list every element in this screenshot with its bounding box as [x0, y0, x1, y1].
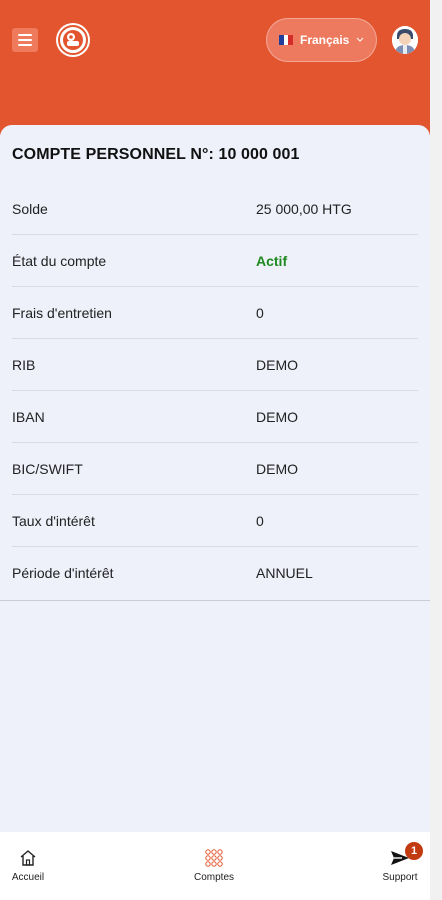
account-details-card: COMPTE PERSONNEL N°: 10 000 001 Solde 25… [0, 125, 430, 601]
row-label: IBAN [12, 408, 45, 425]
account-row-rib: RIB DEMO [12, 339, 418, 391]
nav-item-comptes[interactable]: Comptes [192, 832, 236, 900]
hamburger-menu-icon[interactable] [12, 28, 38, 52]
row-label: Taux d'intérêt [12, 512, 95, 529]
row-value: 25 000,00 HTG [256, 200, 352, 217]
nav-item-accueil[interactable]: Accueil [10, 832, 46, 900]
row-value: 0 [256, 304, 264, 321]
account-row-bic: BIC/SWIFT DEMO [12, 443, 418, 495]
nav-label: Accueil [11, 872, 45, 883]
nav-label: Support [382, 872, 418, 883]
row-label: Solde [12, 200, 48, 217]
france-flag-icon [279, 35, 294, 45]
scrollbar[interactable] [430, 0, 442, 900]
row-label: Période d'intérêt [12, 565, 114, 581]
chevron-down-icon [356, 35, 364, 45]
status-badge: Actif [256, 252, 288, 269]
account-row-solde: Solde 25 000,00 HTG [12, 183, 418, 235]
account-row-iban: IBAN DEMO [12, 391, 418, 443]
nav-label: Comptes [193, 872, 234, 883]
row-value: 0 [256, 512, 264, 529]
language-selector[interactable]: Français [266, 18, 377, 62]
nav-item-support[interactable]: 1 Support [381, 832, 423, 900]
row-label: État du compte [12, 252, 107, 269]
row-value: DEMO [256, 408, 298, 425]
row-label: Frais d'entretien [12, 304, 112, 321]
account-row-interest-rate: Taux d'intérêt 0 [12, 495, 418, 547]
account-row-fees: Frais d'entretien 0 [12, 287, 418, 339]
row-label: BIC/SWIFT [12, 460, 83, 477]
grid-icon [204, 848, 224, 868]
row-value: DEMO [256, 356, 298, 373]
row-value: ANNUEL [256, 565, 313, 581]
user-avatar-icon[interactable] [392, 26, 418, 54]
row-label: RIB [12, 356, 36, 373]
notification-badge: 1 [405, 842, 423, 860]
account-row-status: État du compte Actif [12, 235, 418, 287]
account-title: COMPTE PERSONNEL N°: 10 000 001 [12, 146, 300, 163]
row-value: DEMO [256, 460, 298, 477]
bottom-navigation: Accueil Comptes 1 Support [0, 832, 430, 900]
top-header: Français [0, 0, 430, 135]
home-icon [18, 848, 38, 868]
app-page: Français COMPTE PERSONNEL N°: 10 000 001… [0, 0, 430, 900]
language-label: Français [300, 33, 350, 47]
account-row-interest-period: Période d'intérêt ANNUEL [12, 547, 418, 599]
bank-logo-icon[interactable] [56, 23, 90, 57]
